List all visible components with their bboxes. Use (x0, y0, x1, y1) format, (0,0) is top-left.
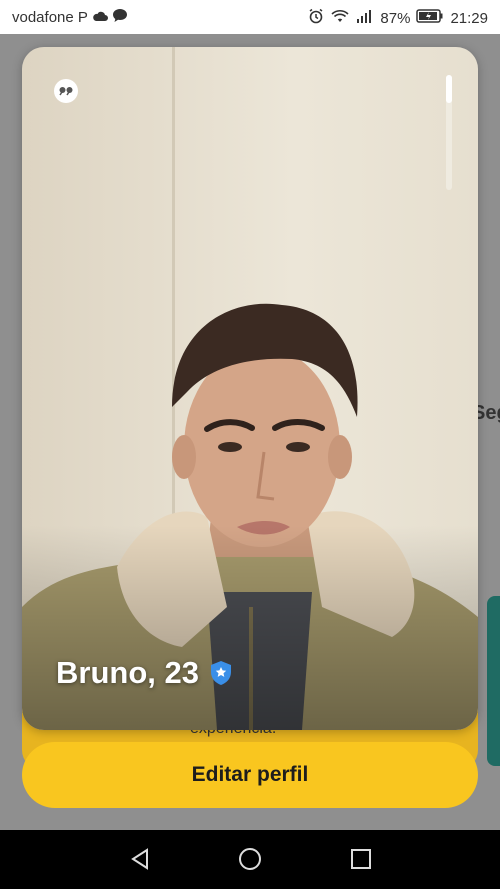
recents-icon[interactable] (346, 844, 376, 874)
status-left: vodafone P (12, 8, 128, 27)
alarm-icon (308, 8, 324, 28)
home-icon[interactable] (235, 844, 265, 874)
message-bubble-icon (112, 8, 128, 27)
photo-progress-track (446, 75, 452, 190)
quote-icon[interactable] (54, 79, 78, 103)
profile-name-age: Bruno, 23 (56, 655, 199, 690)
carrier-label: vodafone P (12, 9, 88, 26)
photo-progress-thumb (446, 75, 452, 103)
wifi-icon (330, 9, 350, 28)
cloud-icon (92, 9, 108, 26)
battery-charging-icon (416, 9, 444, 27)
verified-shield-star-icon (209, 660, 233, 686)
profile-photo (22, 47, 478, 730)
edit-profile-button[interactable]: Editar perfil (22, 742, 478, 808)
status-bar: vodafone P 87% 21:29 (0, 0, 500, 34)
battery-percent: 87% (380, 9, 411, 27)
back-icon[interactable] (125, 844, 155, 874)
profile-name-row: Bruno, 23 (56, 655, 233, 691)
status-right: 87% 21:29 (308, 8, 488, 28)
profile-photo-card[interactable]: Bruno, 23 (22, 47, 478, 730)
system-navigation-bar (0, 830, 500, 889)
signal-icon (356, 9, 374, 27)
background-peek-card (487, 596, 500, 766)
clock-time: 21:29 (450, 9, 488, 27)
